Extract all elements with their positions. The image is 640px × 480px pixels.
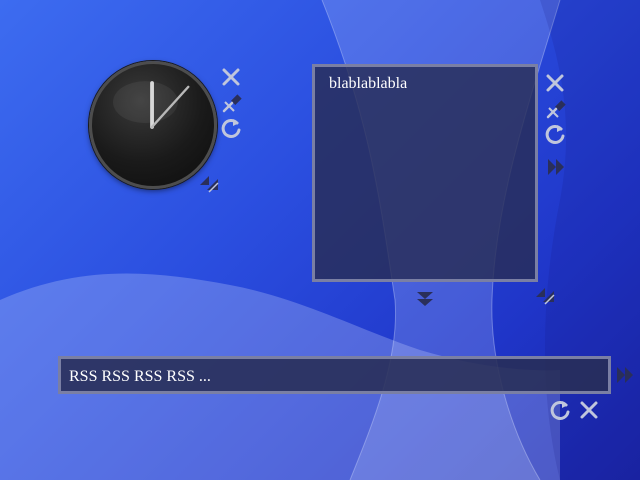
note-forward-icon[interactable] <box>545 156 567 178</box>
note-refresh-icon[interactable] <box>544 123 566 145</box>
clock-face <box>112 81 190 129</box>
note-close-icon[interactable] <box>544 72 566 94</box>
note-resize-icon[interactable] <box>534 284 556 306</box>
rss-close-icon[interactable] <box>578 399 600 421</box>
rss-forward-icon[interactable] <box>614 364 636 386</box>
rss-ticker-widget[interactable]: RSS RSS RSS RSS ... <box>58 356 611 394</box>
note-collapse-icon[interactable] <box>414 288 436 310</box>
clock-refresh-icon[interactable] <box>220 117 242 139</box>
clock-pin-icon[interactable] <box>221 93 243 115</box>
note-pin-icon[interactable] <box>545 99 567 121</box>
clock-close-icon[interactable] <box>220 66 242 88</box>
note-widget[interactable]: blablablabla <box>312 64 538 282</box>
note-text[interactable]: blablablabla <box>329 75 407 93</box>
rss-refresh-icon[interactable] <box>549 399 571 421</box>
clock-widget[interactable] <box>89 61 217 189</box>
rss-ticker-text[interactable]: RSS RSS RSS RSS ... <box>69 368 211 386</box>
clock-resize-icon[interactable] <box>198 172 220 194</box>
